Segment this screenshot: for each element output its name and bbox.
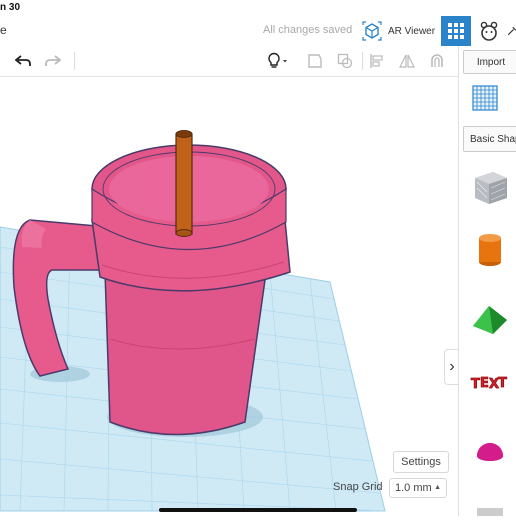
box-hole-icon bbox=[475, 172, 507, 204]
ar-cube-icon bbox=[362, 21, 382, 41]
status-bar: n 30 bbox=[0, 0, 516, 16]
shape-next[interactable] bbox=[467, 486, 513, 516]
align-button[interactable] bbox=[366, 50, 388, 72]
redo-button[interactable] bbox=[42, 50, 64, 72]
svg-text:T: T bbox=[498, 376, 507, 391]
shapes-panel: Import Basic Shap T E X T bbox=[458, 46, 516, 516]
shape-roof[interactable] bbox=[467, 296, 513, 342]
align-icon bbox=[370, 54, 383, 68]
light-button[interactable] bbox=[262, 50, 292, 72]
workplane-canvas[interactable]: › bbox=[0, 77, 458, 516]
import-button[interactable]: Import bbox=[463, 50, 516, 74]
shape-cylinder[interactable] bbox=[467, 226, 513, 272]
half-sphere-icon bbox=[477, 443, 503, 461]
undo-icon bbox=[15, 55, 31, 66]
blocks-view-button[interactable] bbox=[478, 16, 500, 46]
home-indicator bbox=[159, 508, 357, 512]
ar-viewer-label: AR Viewer bbox=[388, 25, 436, 37]
group-icon bbox=[337, 53, 353, 69]
toolbar-divider bbox=[362, 52, 363, 70]
settings-button[interactable]: Settings bbox=[393, 451, 449, 473]
tools-button[interactable] bbox=[506, 16, 516, 46]
shape-partial-icon bbox=[477, 508, 503, 516]
straw bbox=[175, 133, 193, 235]
ar-viewer-button[interactable]: AR Viewer bbox=[362, 18, 435, 44]
mug-body bbox=[104, 271, 266, 436]
snap-grid-select[interactable]: 1.0 mm ▲ bbox=[389, 478, 447, 498]
chevron-down-icon: ▲ bbox=[434, 484, 441, 491]
undo-button[interactable] bbox=[12, 50, 34, 72]
redo-icon bbox=[45, 55, 61, 66]
group-button[interactable] bbox=[334, 50, 356, 72]
bear-icon bbox=[480, 21, 498, 41]
status-time: n 30 bbox=[0, 2, 21, 13]
shape-box-hole[interactable] bbox=[467, 164, 513, 210]
svg-text:T: T bbox=[471, 377, 480, 392]
text-shape-icon: T E XT bbox=[471, 376, 508, 393]
snap-grid-value: 1.0 mm bbox=[395, 482, 432, 494]
shape-half-sphere[interactable] bbox=[467, 428, 513, 474]
svg-text:E: E bbox=[480, 376, 489, 391]
shape-category-select[interactable]: Basic Shap bbox=[463, 126, 516, 152]
snap-grid-label: Snap Grid bbox=[333, 481, 383, 493]
cruise-button[interactable] bbox=[426, 50, 448, 72]
wrench-icon bbox=[507, 26, 516, 36]
roof-icon bbox=[473, 306, 507, 334]
workplane-button[interactable] bbox=[471, 84, 499, 117]
mirror-button[interactable] bbox=[396, 50, 418, 72]
home-link[interactable]: e bbox=[0, 23, 7, 37]
3d-view-button[interactable] bbox=[441, 16, 471, 46]
grid-icon bbox=[448, 23, 464, 39]
mirror-icon bbox=[399, 54, 415, 68]
save-status: All changes saved bbox=[263, 24, 353, 36]
note-icon bbox=[308, 54, 322, 68]
top-bar: e All changes saved AR Viewer bbox=[0, 16, 516, 47]
edit-toolbar bbox=[0, 46, 458, 77]
shape-text[interactable]: TEXT bbox=[467, 360, 513, 406]
note-button[interactable] bbox=[304, 50, 326, 72]
lightbulb-icon bbox=[268, 52, 287, 68]
chevron-right-icon: › bbox=[449, 358, 455, 375]
workplane-grid-icon bbox=[472, 85, 498, 111]
panel-collapse-button[interactable]: › bbox=[444, 349, 458, 385]
toolbar-divider bbox=[74, 52, 75, 70]
cylinder-icon bbox=[479, 234, 501, 266]
magnet-icon bbox=[431, 54, 443, 67]
scene bbox=[0, 130, 386, 512]
